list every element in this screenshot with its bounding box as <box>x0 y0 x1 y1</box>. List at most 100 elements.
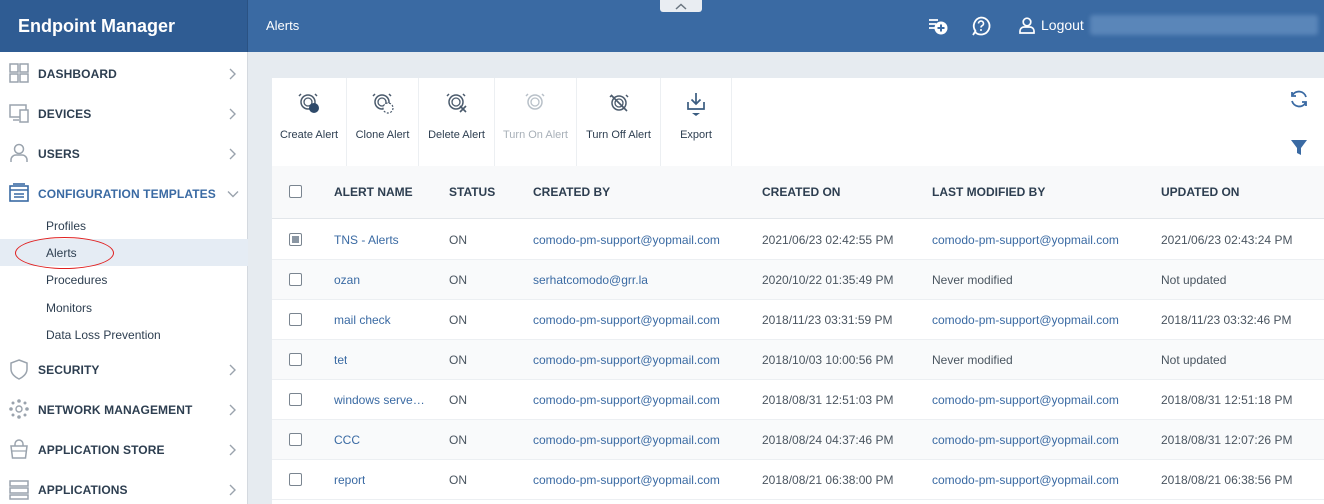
turn-on-alert-icon <box>524 93 545 110</box>
subitem-label: Profiles <box>46 219 87 233</box>
row-checkbox[interactable] <box>289 353 302 366</box>
column-header-status[interactable]: STATUS <box>449 185 495 199</box>
add-task-icon[interactable] <box>927 15 949 37</box>
created-by-link[interactable]: serhatcomodo@grr.la <box>533 273 648 287</box>
modified-by-cell: Never modified <box>932 353 1013 367</box>
created-on-cell: 2020/10/22 01:35:49 PM <box>762 273 894 287</box>
row-checkbox[interactable] <box>289 433 302 446</box>
store-icon <box>10 439 28 459</box>
brand-title: Endpoint Manager <box>18 16 175 36</box>
status-cell: ON <box>449 273 467 287</box>
modified-by-link[interactable]: comodo-pm-support@yopmail.com <box>932 393 1119 407</box>
sidebar-item-network-management[interactable]: NETWORK MANAGEMENT <box>0 389 248 429</box>
status-cell: ON <box>449 393 467 407</box>
sidebar-item-applications[interactable]: APPLICATIONS <box>0 469 248 504</box>
status-cell: ON <box>449 473 467 487</box>
column-header-created-by[interactable]: CREATED BY <box>533 185 610 199</box>
table-row[interactable]: CCC ON comodo-pm-support@yopmail.com 2018/0… <box>272 420 1324 460</box>
refresh-icon[interactable] <box>1288 88 1310 110</box>
alert-name-link[interactable]: ozan <box>334 273 360 287</box>
column-header-updated-on[interactable]: UPDATED ON <box>1161 185 1239 199</box>
created-on-cell: 2018/10/03 10:00:56 PM <box>762 353 894 367</box>
subitem-label: Monitors <box>46 301 93 315</box>
clone-alert-button[interactable]: Clone Alert <box>347 78 419 166</box>
modified-by-link[interactable]: comodo-pm-support@yopmail.com <box>932 473 1119 487</box>
select-all-checkbox[interactable] <box>289 185 302 198</box>
modified-by-link[interactable]: comodo-pm-support@yopmail.com <box>932 313 1119 327</box>
turn-off-alert-button[interactable]: Turn Off Alert <box>577 78 661 166</box>
subitem-label: Procedures <box>46 273 108 287</box>
sidebar-item-devices[interactable]: DEVICES <box>0 93 248 133</box>
modified-by-link[interactable]: comodo-pm-support@yopmail.com <box>932 233 1119 247</box>
alert-name-link[interactable]: tet <box>334 353 347 367</box>
sidebar-subitem-profiles[interactable]: Profiles <box>0 212 248 239</box>
sidebar-subitem-monitors[interactable]: Monitors <box>0 294 248 321</box>
created-by-link[interactable]: comodo-pm-support@yopmail.com <box>533 393 720 407</box>
collapse-header-tab[interactable] <box>660 0 702 12</box>
chevron-down-icon <box>227 191 239 198</box>
dashboard-icon <box>9 63 29 83</box>
table-row[interactable]: windows serve… ON comodo-pm-support@yopmai… <box>272 380 1324 420</box>
row-checkbox[interactable] <box>289 233 302 246</box>
created-on-cell: 2018/11/23 03:31:59 PM <box>762 313 893 327</box>
chevron-right-icon <box>229 404 236 416</box>
created-by-link[interactable]: comodo-pm-support@yopmail.com <box>533 433 720 447</box>
sidebar-item-label: DASHBOARD <box>38 67 117 81</box>
export-icon <box>687 93 705 116</box>
create-alert-button[interactable]: Create Alert <box>272 78 347 166</box>
sidebar-item-label: APPLICATION STORE <box>38 443 165 457</box>
sidebar-subitem-procedures[interactable]: Procedures <box>0 266 248 293</box>
chevron-right-icon <box>229 364 236 376</box>
table-row[interactable]: tet ON comodo-pm-support@yopmail.com 2018/1… <box>272 340 1324 380</box>
logout-button[interactable]: Logout <box>1018 16 1084 34</box>
created-by-link[interactable]: comodo-pm-support@yopmail.com <box>533 233 720 247</box>
chevron-right-icon <box>229 68 236 80</box>
alert-name-link[interactable]: mail check <box>334 313 391 327</box>
logout-label: Logout <box>1041 17 1084 33</box>
filter-icon[interactable] <box>1288 136 1310 158</box>
sidebar: DASHBOARD DEVICES USERS CONFIGURATION TE… <box>0 52 248 504</box>
table-header: ALERT NAME STATUS CREATED BY CREATED ON … <box>272 166 1324 219</box>
table-row[interactable]: mail check ON comodo-pm-support@yopmail.co… <box>272 300 1324 340</box>
column-header-last-modified-by[interactable]: LAST MODIFIED BY <box>932 185 1045 199</box>
chevron-up-icon <box>675 3 687 10</box>
created-on-cell: 2018/08/21 06:38:00 PM <box>762 473 894 487</box>
sidebar-item-users[interactable]: USERS <box>0 133 248 173</box>
delete-alert-button[interactable]: Delete Alert <box>419 78 495 166</box>
table-row[interactable]: ozan ON serhatcomodo@grr.la 2020/10/22 01:3… <box>272 260 1324 300</box>
toolbar-label: Export <box>680 129 712 141</box>
toolbar: Create Alert Clone Alert Delete Alert Tu… <box>272 78 1324 166</box>
sidebar-item-configuration-templates[interactable]: CONFIGURATION TEMPLATES <box>0 173 248 213</box>
created-by-link[interactable]: comodo-pm-support@yopmail.com <box>533 473 720 487</box>
sidebar-item-label: SECURITY <box>38 363 100 377</box>
table-row[interactable]: TNS - Alerts ON comodo-pm-support@yopmail.… <box>272 220 1324 260</box>
table-row[interactable]: report ON comodo-pm-support@yopmail.com 201… <box>272 460 1324 500</box>
toolbar-label: Clone Alert <box>355 129 410 141</box>
column-header-alert-name[interactable]: ALERT NAME <box>334 185 413 199</box>
sidebar-subitem-data-loss-prevention[interactable]: Data Loss Prevention <box>0 321 248 348</box>
column-header-created-on[interactable]: CREATED ON <box>762 185 840 199</box>
turn-on-alert-button[interactable]: Turn On Alert <box>495 78 577 166</box>
alert-name-link[interactable]: TNS - Alerts <box>334 233 399 247</box>
row-checkbox[interactable] <box>289 313 302 326</box>
sidebar-item-application-store[interactable]: APPLICATION STORE <box>0 429 248 469</box>
sidebar-item-label: DEVICES <box>38 107 92 121</box>
alert-name-link[interactable]: windows serve… <box>334 393 425 407</box>
row-checkbox[interactable] <box>289 393 302 406</box>
row-checkbox[interactable] <box>289 273 302 286</box>
created-on-cell: 2021/06/23 02:42:55 PM <box>762 233 894 247</box>
export-button[interactable]: Export <box>661 78 732 166</box>
sidebar-item-security[interactable]: SECURITY <box>0 349 248 389</box>
created-by-link[interactable]: comodo-pm-support@yopmail.com <box>533 313 720 327</box>
updated-on-cell: 2021/06/23 02:43:24 PM <box>1161 233 1293 247</box>
user-icon <box>1019 17 1035 34</box>
modified-by-link[interactable]: comodo-pm-support@yopmail.com <box>932 433 1119 447</box>
chevron-right-icon <box>229 108 236 120</box>
created-by-link[interactable]: comodo-pm-support@yopmail.com <box>533 353 720 367</box>
applications-icon <box>9 480 29 500</box>
row-checkbox[interactable] <box>289 473 302 486</box>
alert-name-link[interactable]: CCC <box>334 433 360 447</box>
help-icon[interactable] <box>970 15 992 37</box>
sidebar-item-dashboard[interactable]: DASHBOARD <box>0 53 248 93</box>
alert-name-link[interactable]: report <box>334 473 365 487</box>
